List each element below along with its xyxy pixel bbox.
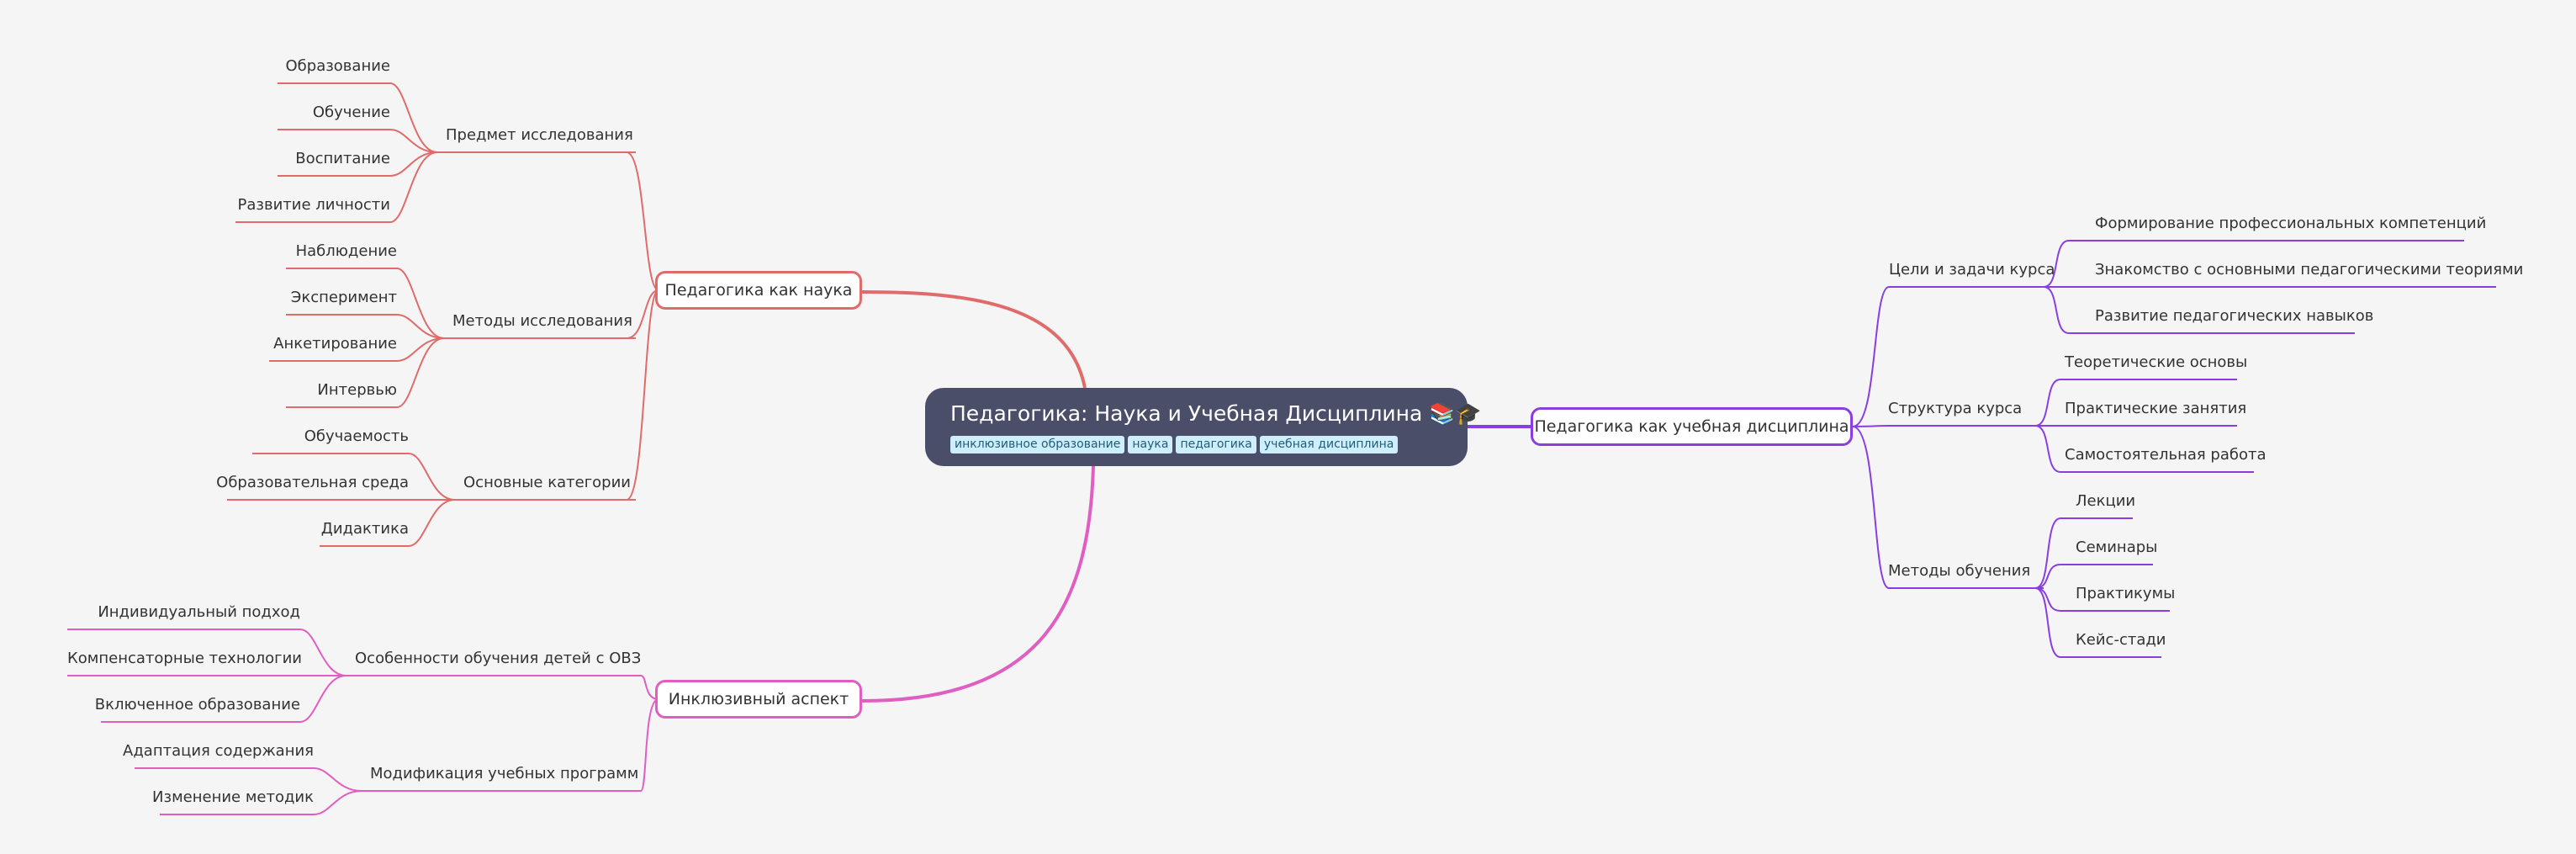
leaf-method-change[interactable]: Изменение методик — [101, 788, 314, 807]
root-title-text: Педагогика: Наука и Учебная Дисциплина — [950, 401, 1423, 426]
leaf-interview[interactable]: Интервью — [286, 381, 397, 400]
leaf-personal-development[interactable]: Развитие личности — [235, 196, 390, 215]
group-research-subject[interactable]: Предмет исследования — [446, 126, 633, 145]
leaf-pedagogical-skills[interactable]: Развитие педагогических навыков — [2095, 307, 2373, 326]
leaf-education[interactable]: Образование — [278, 57, 391, 76]
root-tags: инклюзивное образование наука педагогика уч… — [950, 435, 1444, 454]
root-node[interactable]: Педагогика: Наука и Учебная Дисциплина 📚… — [925, 388, 1482, 466]
branch-inclusive[interactable]: Инклюзивный аспект — [655, 680, 862, 719]
leaf-individual-approach[interactable]: Индивидуальный подход — [67, 603, 300, 622]
leaf-case-studies[interactable]: Кейс-стади — [2076, 631, 2166, 650]
leaf-lectures[interactable]: Лекции — [2076, 492, 2135, 511]
leaf-workshops[interactable]: Практикумы — [2076, 585, 2175, 603]
group-basic-categories[interactable]: Основные категории — [463, 474, 631, 492]
leaf-professional-competencies[interactable]: Формирование профессиональных компетенци… — [2095, 215, 2486, 233]
branch-science[interactable]: Педагогика как наука — [655, 271, 862, 310]
tag-inclusive-education[interactable]: инклюзивное образование — [950, 436, 1125, 454]
leaf-compensatory-technologies[interactable]: Компенсаторные технологии — [67, 650, 302, 668]
leaf-observation[interactable]: Наблюдение — [286, 242, 397, 261]
leaf-teaching[interactable]: Обучение — [278, 103, 390, 122]
group-course-structure[interactable]: Структура курса — [1888, 400, 2022, 418]
tag-pedagogy[interactable]: педагогика — [1176, 436, 1256, 454]
leaf-included-education[interactable]: Включенное образование — [67, 696, 300, 714]
group-special-needs[interactable]: Особенности обучения детей с ОВЗ — [355, 650, 641, 668]
leaf-theoretical-foundations[interactable]: Теоретические основы — [2065, 353, 2247, 372]
leaf-questionnaire[interactable]: Анкетирование — [269, 335, 397, 353]
leaf-practical-classes[interactable]: Практические занятия — [2065, 400, 2246, 418]
root-title: Педагогика: Наука и Учебная Дисциплина 📚… — [950, 398, 1482, 430]
leaf-content-adaptation[interactable]: Адаптация содержания — [101, 742, 314, 761]
leaf-upbringing[interactable]: Воспитание — [278, 150, 390, 168]
leaf-educational-environment[interactable]: Образовательная среда — [193, 474, 409, 492]
tag-academic-discipline[interactable]: учебная дисциплина — [1259, 436, 1399, 454]
tag-science[interactable]: наука — [1128, 436, 1173, 454]
branch-discipline[interactable]: Педагогика как учебная дисциплина — [1531, 407, 1853, 446]
leaf-didactics[interactable]: Дидактика — [252, 520, 409, 538]
leaf-seminars[interactable]: Семинары — [2076, 538, 2157, 557]
group-teaching-methods[interactable]: Методы обучения — [1888, 562, 2030, 581]
group-curriculum-modification[interactable]: Модификация учебных программ — [370, 765, 638, 783]
leaf-experiment[interactable]: Эксперимент — [286, 289, 397, 307]
books-graduation-cap-icon: 📚🎓 — [1429, 401, 1482, 426]
leaf-learnability[interactable]: Обучаемость — [252, 427, 409, 446]
group-course-goals[interactable]: Цели и задачи курса — [1889, 261, 2055, 279]
leaf-independent-work[interactable]: Самостоятельная работа — [2065, 446, 2267, 464]
leaf-pedagogical-theories[interactable]: Знакомство с основными педагогическими т… — [2095, 261, 2523, 279]
group-research-methods[interactable]: Методы исследования — [452, 312, 632, 331]
